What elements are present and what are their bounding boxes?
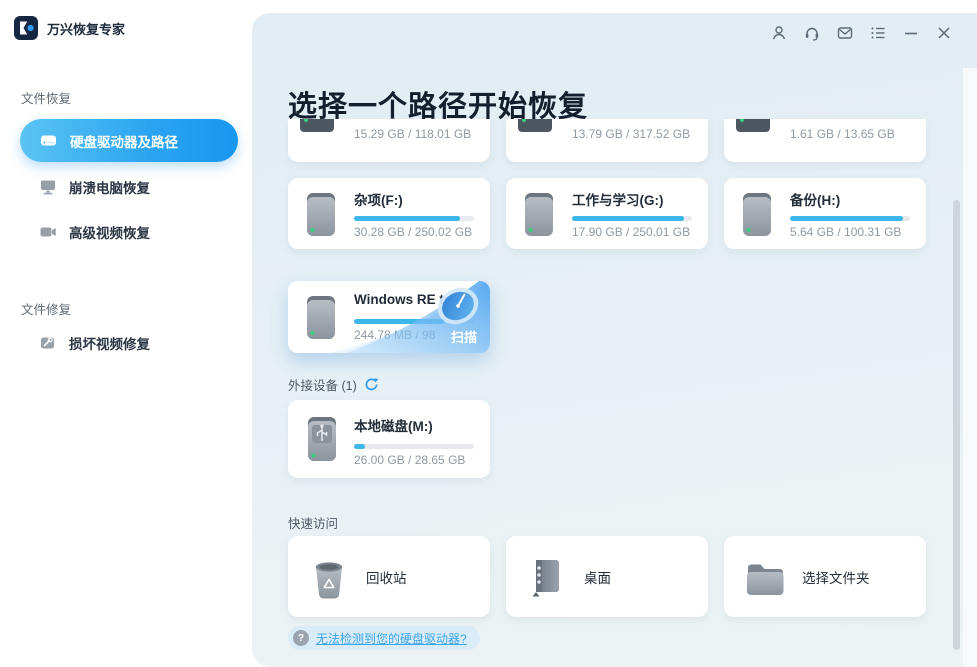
quick-access-label: 快速访问 <box>288 513 338 532</box>
help-link[interactable]: 无法检测到您的硬盘驱动器? <box>316 630 467 647</box>
main-panel: 选择一个路径开始恢复 15.29 GB / 118.01 GB 13.79 GB… <box>252 13 977 667</box>
drive-card-windows-re[interactable]: Windows RE too 244.78 MB / 98 扫描 <box>288 281 490 353</box>
sidebar-section-file-repair: 文件修复 <box>21 299 71 318</box>
scrollbar-track[interactable] <box>963 68 977 667</box>
quick-access-row: 回收站 桌面 选择文件夹 <box>288 536 926 617</box>
usage-bar-fill <box>354 444 365 449</box>
mail-icon[interactable] <box>836 24 854 42</box>
sidebar-item-label: 崩溃电脑恢复 <box>69 177 150 197</box>
drive-card-partial[interactable]: 1.61 GB / 13.65 GB <box>724 119 926 162</box>
app-title: 万兴恢复专家 <box>47 19 125 38</box>
minimize-icon[interactable] <box>902 24 920 42</box>
scan-button[interactable]: 扫描 <box>451 327 477 346</box>
drive-name: 杂项(F:) <box>354 189 403 209</box>
drive-row: 杂项(F:) 30.28 GB / 250.02 GB 工作与学习(G:) 17… <box>288 178 926 249</box>
quick-card-desktop[interactable]: 桌面 <box>506 536 708 617</box>
hard-drive-icon <box>738 190 776 238</box>
hard-drive-icon <box>520 190 558 238</box>
sidebar-item-hard-drives[interactable]: 硬盘驱动器及路径 <box>20 119 238 162</box>
drive-capacity: 13.79 GB / 317.52 GB <box>572 127 690 141</box>
user-icon[interactable] <box>770 24 788 42</box>
recoverit-logo-icon <box>14 16 38 40</box>
quick-item-label: 桌面 <box>584 567 611 587</box>
sidebar: 万兴恢复专家 文件恢复 硬盘驱动器及路径 崩溃电脑恢复 高级 <box>0 0 252 667</box>
sidebar-item-crashed-computer[interactable]: 崩溃电脑恢复 <box>39 177 150 197</box>
usage-bar <box>572 216 692 221</box>
scrollbar-thumb[interactable] <box>953 200 960 650</box>
hard-drive-icon <box>736 119 770 132</box>
drive-capacity: 1.61 GB / 13.65 GB <box>790 127 895 141</box>
crashed-computer-icon <box>39 178 57 196</box>
headset-icon[interactable] <box>803 24 821 42</box>
app-logo: 万兴恢复专家 <box>14 16 125 40</box>
app-window: 万兴恢复专家 文件恢复 硬盘驱动器及路径 崩溃电脑恢复 高级 <box>0 0 977 667</box>
window-toolbar <box>770 24 953 42</box>
drive-capacity: 17.90 GB / 250.01 GB <box>572 225 690 239</box>
sidebar-item-label: 高级视频恢复 <box>69 222 150 242</box>
quick-access-header: 快速访问 <box>288 513 338 532</box>
desktop-icon <box>524 555 568 599</box>
refresh-icon[interactable] <box>364 377 379 392</box>
video-camera-icon <box>39 223 57 241</box>
usage-bar-fill <box>354 216 460 221</box>
external-row: 本地磁盘(M:) 26.00 GB / 28.65 GB <box>288 400 490 478</box>
sidebar-item-advanced-video[interactable]: 高级视频恢复 <box>39 222 150 242</box>
sidebar-section-file-recovery: 文件恢复 <box>21 88 71 107</box>
help-link-pill[interactable]: ? 无法检测到您的硬盘驱动器? <box>288 626 480 650</box>
recycle-bin-icon <box>306 555 350 599</box>
drive-name: 备份(H:) <box>790 189 840 209</box>
drive-card-g[interactable]: 工作与学习(G:) 17.90 GB / 250.01 GB <box>506 178 708 249</box>
usb-drive-icon <box>302 414 342 464</box>
drive-capacity: 26.00 GB / 28.65 GB <box>354 453 465 467</box>
usage-bar <box>354 444 474 449</box>
sidebar-item-label: 硬盘驱动器及路径 <box>70 131 178 151</box>
external-devices-header: 外接设备 (1) <box>288 375 379 394</box>
drive-row-hover: Windows RE too 244.78 MB / 98 扫描 <box>288 281 490 353</box>
usb-drive-card-m[interactable]: 本地磁盘(M:) 26.00 GB / 28.65 GB <box>288 400 490 478</box>
drive-capacity: 30.28 GB / 250.02 GB <box>354 225 472 239</box>
drive-capacity: 15.29 GB / 118.01 GB <box>354 127 471 141</box>
drive-name: 本地磁盘(M:) <box>354 415 433 435</box>
question-icon: ? <box>293 630 309 646</box>
video-repair-icon <box>39 334 57 352</box>
drive-row-partial: 15.29 GB / 118.01 GB 13.79 GB / 317.52 G… <box>288 119 926 162</box>
drive-name: 工作与学习(G:) <box>572 189 664 209</box>
quick-card-select-folder[interactable]: 选择文件夹 <box>724 536 926 617</box>
hard-drive-icon <box>518 119 552 132</box>
usage-bar-fill <box>572 216 684 221</box>
usage-bar <box>790 216 910 221</box>
drive-card-partial[interactable]: 15.29 GB / 118.01 GB <box>288 119 490 162</box>
usage-bar-fill <box>790 216 903 221</box>
sidebar-item-video-repair[interactable]: 损坏视频修复 <box>39 333 150 353</box>
scan-lens-icon <box>434 282 482 330</box>
drive-card-f[interactable]: 杂项(F:) 30.28 GB / 250.02 GB <box>288 178 490 249</box>
drive-card-h[interactable]: 备份(H:) 5.64 GB / 100.31 GB <box>724 178 926 249</box>
hard-drive-icon <box>300 119 334 132</box>
hard-drive-icon <box>39 131 58 150</box>
quick-card-recycle-bin[interactable]: 回收站 <box>288 536 490 617</box>
folder-icon <box>742 555 786 599</box>
hard-drive-icon <box>302 190 340 238</box>
menu-icon[interactable] <box>869 24 887 42</box>
close-icon[interactable] <box>935 24 953 42</box>
quick-item-label: 选择文件夹 <box>802 567 870 587</box>
external-devices-label: 外接设备 (1) <box>288 375 357 394</box>
quick-item-label: 回收站 <box>366 567 407 587</box>
drive-card-partial[interactable]: 13.79 GB / 317.52 GB <box>506 119 708 162</box>
drive-capacity: 5.64 GB / 100.31 GB <box>790 225 901 239</box>
usage-bar <box>354 216 474 221</box>
sidebar-item-label: 损坏视频修复 <box>69 333 150 353</box>
